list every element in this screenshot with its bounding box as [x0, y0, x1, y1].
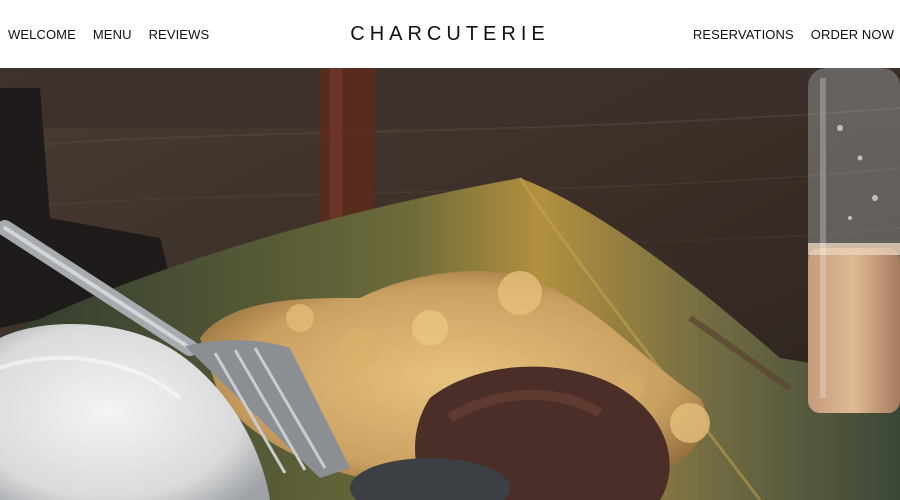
brand-logo-text[interactable]: CHARCUTERIE — [350, 23, 549, 46]
hero-image — [0, 68, 900, 500]
nav-right-group: RESERVATIONS ORDER NOW — [676, 0, 894, 68]
nav-link-reviews[interactable]: REVIEWS — [149, 27, 210, 42]
nav-link-order-now[interactable]: ORDER NOW — [811, 27, 894, 42]
nav-link-welcome[interactable]: WELCOME — [8, 27, 76, 42]
nav-link-reservations[interactable]: RESERVATIONS — [693, 27, 794, 42]
nav-link-menu[interactable]: MENU — [93, 27, 132, 42]
nav-left-group: WELCOME MENU REVIEWS — [8, 0, 226, 68]
hero-food-photo — [0, 68, 900, 500]
top-navbar: WELCOME MENU REVIEWS CHARCUTERIE RESERVA… — [0, 0, 900, 68]
